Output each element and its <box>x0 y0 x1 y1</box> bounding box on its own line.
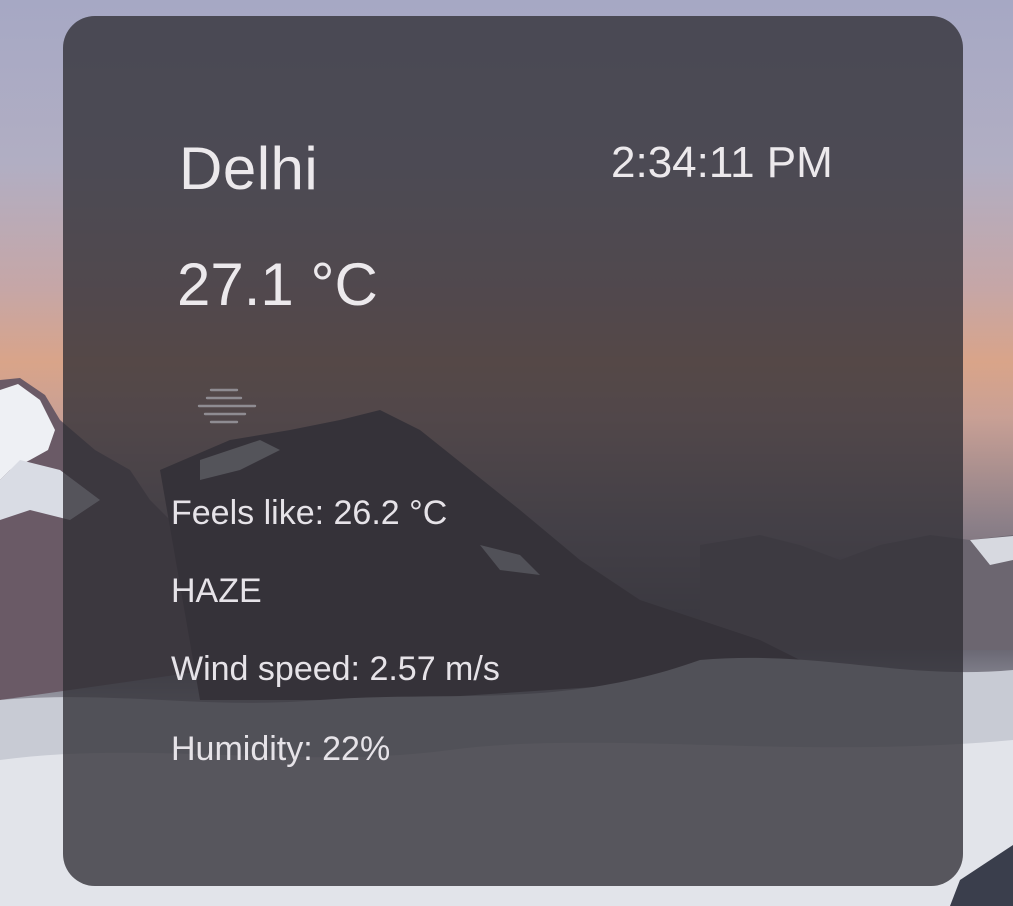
weather-card: Delhi 2:34:11 PM 27.1 °C Feels like: 26.… <box>63 16 963 886</box>
haze-icon <box>197 388 257 424</box>
city-name: Delhi <box>179 135 319 202</box>
feels-like-text: Feels like: 26.2 °C <box>171 494 448 532</box>
background-scene: Delhi 2:34:11 PM 27.1 °C Feels like: 26.… <box>0 0 1013 906</box>
humidity-text: Humidity: 22% <box>171 730 391 768</box>
current-time: 2:34:11 PM <box>611 138 833 187</box>
weather-condition: HAZE <box>171 572 262 610</box>
wind-speed-text: Wind speed: 2.57 m/s <box>171 650 500 688</box>
temperature: 27.1 °C <box>177 251 378 318</box>
